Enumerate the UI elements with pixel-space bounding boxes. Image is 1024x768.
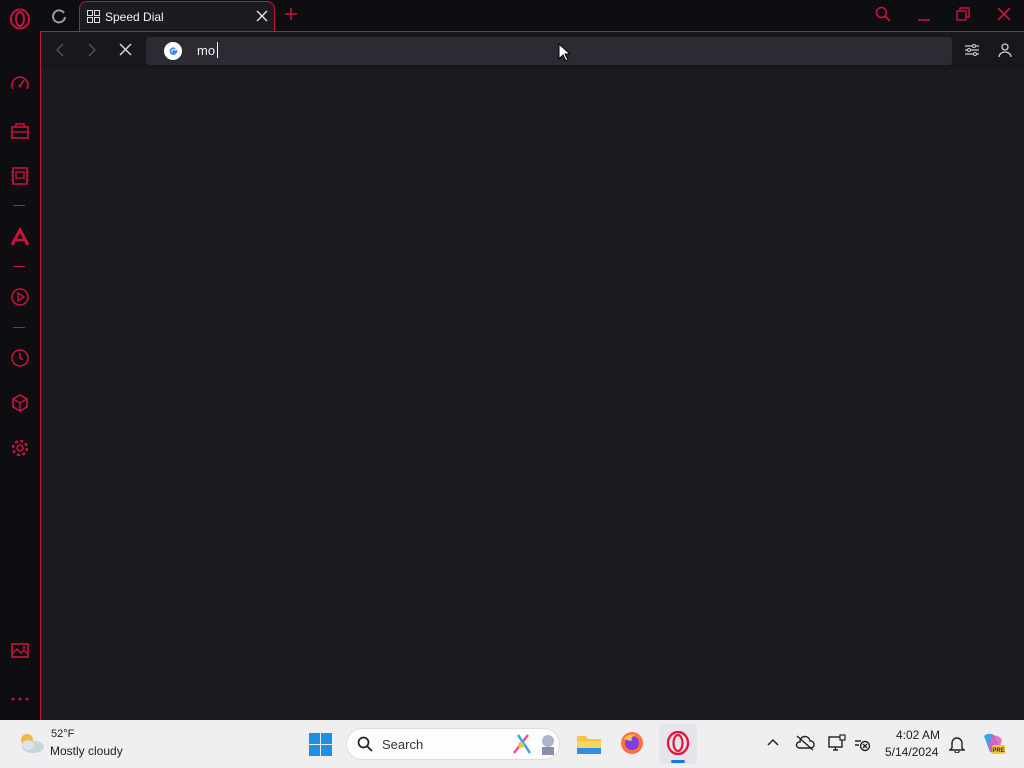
onedrive-icon[interactable]: [795, 735, 815, 751]
notifications-bell-icon[interactable]: [949, 735, 965, 753]
search-icon: [357, 736, 373, 752]
minimize-button[interactable]: [917, 6, 931, 22]
tab-close-icon[interactable]: [256, 10, 268, 22]
forward-arrow-icon[interactable]: [85, 42, 99, 58]
page-content-area: [40, 31, 1024, 720]
news-icon[interactable]: [10, 166, 30, 186]
player-icon[interactable]: [10, 287, 30, 307]
weather-description[interactable]: Mostly cloudy: [50, 744, 123, 758]
search-label: Search: [382, 737, 424, 752]
weather-temp[interactable]: 52°F: [51, 728, 74, 740]
text-caret: [217, 42, 218, 58]
copilot-icon[interactable]: PRE: [980, 732, 1006, 756]
sidebar: [0, 31, 40, 720]
network-icon[interactable]: [853, 735, 871, 753]
display-icon[interactable]: [828, 734, 846, 752]
back-arrow-icon[interactable]: [53, 42, 67, 58]
google-g-icon: [164, 42, 182, 60]
tab-speed-dial[interactable]: Speed Dial: [79, 1, 275, 31]
clock-time[interactable]: 4:02 AM: [896, 728, 940, 742]
opera-gx-icon: [666, 731, 690, 755]
address-input-text[interactable]: mo: [197, 43, 215, 58]
history-icon[interactable]: [10, 348, 30, 368]
svg-text:PRE: PRE: [992, 748, 1004, 754]
show-hidden-icons-chevron[interactable]: [766, 737, 780, 747]
reload-icon[interactable]: [51, 8, 67, 24]
opera-gx-taskbar-button[interactable]: [659, 724, 697, 764]
opera-gx-logo-icon[interactable]: [9, 8, 31, 30]
search-highlight-icon: [512, 731, 558, 757]
easy-setup-icon[interactable]: [964, 42, 980, 58]
sidebar-divider: [13, 327, 25, 328]
address-bar[interactable]: mo: [146, 37, 952, 65]
stop-loading-icon[interactable]: [119, 43, 132, 56]
search-tabs-icon[interactable]: [875, 6, 891, 22]
account-icon[interactable]: [998, 42, 1012, 58]
speed-dial-icon[interactable]: [10, 74, 30, 94]
speed-dial-grid-icon: [87, 10, 100, 23]
aria-icon[interactable]: [10, 227, 30, 247]
sidebar-divider: [13, 266, 25, 267]
weather-cloud-sun-icon[interactable]: [16, 731, 46, 755]
taskbar-search-box[interactable]: Search: [346, 728, 560, 760]
new-tab-button[interactable]: [284, 7, 298, 21]
active-app-indicator: [671, 760, 685, 763]
firefox-icon[interactable]: [620, 731, 644, 755]
taskbar: 52°F Mostly cloudy Search 4:02 AM 5/14/2…: [0, 720, 1024, 768]
file-explorer-icon[interactable]: [576, 733, 602, 755]
mouse-pointer-icon: [558, 43, 570, 62]
windows-start-icon[interactable]: [309, 733, 332, 756]
gallery-icon[interactable]: [10, 640, 30, 660]
extensions-icon[interactable]: [10, 393, 30, 413]
sidebar-divider: [13, 205, 25, 206]
shopping-bag-icon[interactable]: [10, 120, 30, 140]
close-window-button[interactable]: [997, 7, 1011, 21]
more-icon[interactable]: [10, 693, 30, 705]
tab-title: Speed Dial: [105, 10, 164, 24]
clock-date[interactable]: 5/14/2024: [885, 745, 938, 759]
restore-button[interactable]: [956, 7, 970, 21]
settings-icon[interactable]: [10, 438, 30, 458]
